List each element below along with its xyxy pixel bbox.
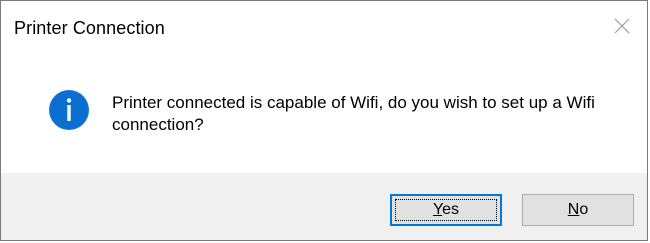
yes-button-label: Yes xyxy=(433,201,459,218)
close-button[interactable] xyxy=(601,1,647,47)
info-icon xyxy=(49,90,89,130)
no-mnemonic: N xyxy=(567,201,580,218)
yes-button[interactable]: Yes xyxy=(390,194,502,226)
close-icon xyxy=(614,18,630,34)
dialog-content: Printer connected is capable of Wifi, do… xyxy=(1,47,647,173)
no-label-rest: o xyxy=(579,201,589,218)
no-button[interactable]: No xyxy=(522,194,634,226)
dialog-title: Printer Connection xyxy=(14,18,165,38)
yes-label-rest: es xyxy=(442,201,460,218)
dialog-message: Printer connected is capable of Wifi, do… xyxy=(112,93,595,134)
no-button-label: No xyxy=(568,201,588,218)
button-bar: Yes No xyxy=(1,173,647,240)
message-dialog: Printer Connection Printer connected is … xyxy=(0,0,648,241)
yes-mnemonic: Y xyxy=(432,201,443,218)
title-bar[interactable]: Printer Connection xyxy=(1,1,647,47)
